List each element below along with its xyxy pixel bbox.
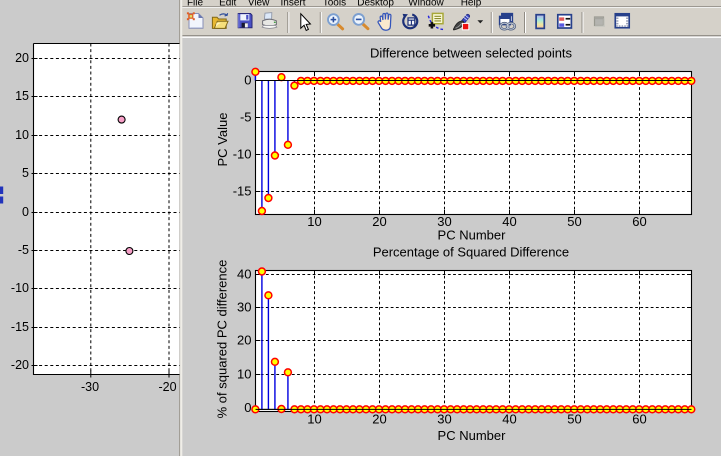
svg-text:-10: -10 [11,281,29,295]
svg-text:20: 20 [372,411,386,426]
svg-text:Help: Help [461,0,482,8]
svg-text:50: 50 [567,214,581,229]
svg-text:-20: -20 [11,358,29,372]
svg-text:10: 10 [307,411,321,426]
svg-text:File: File [187,0,204,8]
svg-text:10: 10 [307,214,321,229]
svg-text:-10: -10 [233,147,252,162]
svg-text:Difference between selected po: Difference between selected points [370,46,573,61]
svg-text:-20: -20 [158,380,176,394]
svg-text:10: 10 [15,128,29,142]
svg-text:20: 20 [15,51,29,65]
svg-text:-30: -30 [81,380,99,394]
svg-text:PC Number: PC Number [438,428,507,443]
svg-text:0: 0 [22,205,29,219]
svg-text:PC Number: PC Number [438,228,507,243]
svg-text:5: 5 [22,166,29,180]
svg-text:40: 40 [237,267,251,282]
svg-text:Tools: Tools [323,0,346,8]
svg-text:30: 30 [237,300,251,315]
svg-text:0: 0 [244,73,251,88]
svg-text:50: 50 [567,411,581,426]
svg-text:Desktop: Desktop [357,0,394,8]
svg-text:0: 0 [244,400,251,415]
svg-text:-15: -15 [11,320,29,334]
svg-text:Percentage of Squared Differen: Percentage of Squared Difference [373,245,569,260]
svg-text:Insert: Insert [280,0,305,8]
svg-text:Window: Window [408,0,444,8]
svg-text:PC Value: PC Value [215,113,230,167]
svg-text:-15: -15 [233,184,252,199]
svg-text:60: 60 [632,411,646,426]
svg-text:10: 10 [237,367,251,382]
svg-text:20: 20 [237,333,251,348]
svg-text:% of squared PC difference: % of squared PC difference [215,260,230,419]
svg-text:30: 30 [437,411,451,426]
svg-text:-5: -5 [240,110,252,125]
svg-text:Edit: Edit [219,0,236,8]
svg-text:-5: -5 [18,243,29,257]
svg-text:40: 40 [502,411,516,426]
svg-text:20: 20 [372,214,386,229]
svg-text:View: View [248,0,270,8]
svg-text:15: 15 [15,89,29,103]
svg-text:60: 60 [632,214,646,229]
